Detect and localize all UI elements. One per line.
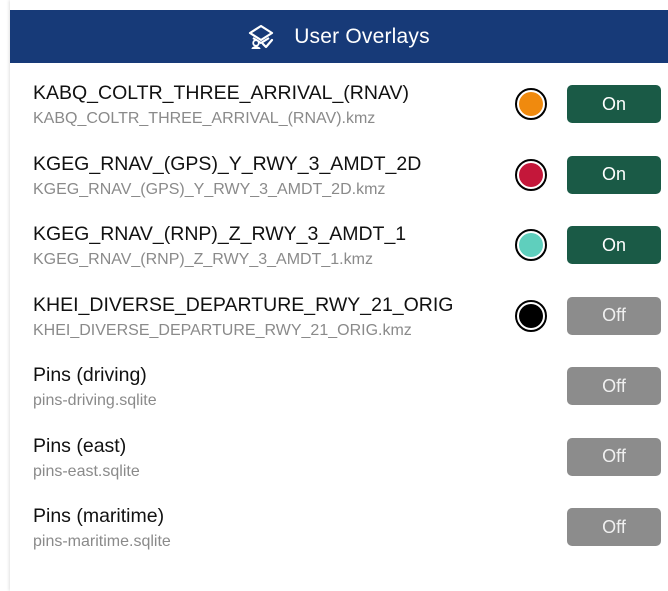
overlay-filename: pins-east.sqlite	[33, 462, 140, 480]
overlay-toggle-button[interactable]: On	[567, 226, 661, 264]
header-bar: User Overlays	[10, 10, 668, 63]
overlay-name: Pins (east)	[33, 434, 127, 457]
overlay-row[interactable]: KGEG_RNAV_(GPS)_Y_RWY_3_AMDT_2D KGEG_RNAV…	[10, 141, 668, 212]
overlay-name: KGEG_RNAV_(RNP)_Z_RWY_3_AMDT_1	[33, 223, 407, 245]
overlay-color-swatch[interactable]	[515, 229, 547, 261]
header-title: User Overlays	[294, 24, 430, 48]
overlay-name: Pins (maritime)	[33, 505, 165, 527]
overlay-color-swatch[interactable]	[515, 88, 547, 120]
user-layers-icon	[248, 24, 274, 50]
overlay-filename: KGEG_RNAV_(GPS)_Y_RWY_3_AMDT_2D.kmz	[33, 180, 386, 198]
overlay-row[interactable]: Pins (driving) pins-driving.sqlite Off	[10, 352, 668, 423]
overlay-toggle-button[interactable]: Off	[567, 296, 661, 335]
overlay-filename: pins-maritime.sqlite	[33, 533, 171, 550]
overlay-list: KABQ_COLTR_THREE_ARRIVAL_(RNAV) KABQ_COLT…	[10, 70, 668, 564]
overlay-toggle-button[interactable]: Off	[567, 437, 661, 476]
overlay-row[interactable]: Pins (east) pins-east.sqlite Off	[10, 423, 668, 494]
overlay-row[interactable]: KGEG_RNAV_(RNP)_Z_RWY_3_AMDT_1 KGEG_RNAV_…	[10, 211, 668, 282]
overlay-filename: KHEI_DIVERSE_DEPARTURE_RWY_21_ORIG.kmz	[33, 321, 412, 339]
overlay-filename: KABQ_COLTR_THREE_ARRIVAL_(RNAV).kmz	[33, 110, 376, 127]
overlay-name: KGEG_RNAV_(GPS)_Y_RWY_3_AMDT_2D	[33, 152, 422, 175]
overlay-row[interactable]: KHEI_DIVERSE_DEPARTURE_RWY_21_ORIG KHEI_D…	[10, 282, 668, 353]
overlay-name: KHEI_DIVERSE_DEPARTURE_RWY_21_ORIG	[33, 293, 454, 316]
overlay-row[interactable]: KABQ_COLTR_THREE_ARRIVAL_(RNAV) KABQ_COLT…	[10, 70, 668, 141]
overlay-filename: pins-driving.sqlite	[33, 392, 157, 409]
overlay-color-swatch[interactable]	[515, 158, 547, 191]
overlay-filename: KGEG_RNAV_(RNP)_Z_RWY_3_AMDT_1.kmz	[33, 251, 373, 268]
overlay-toggle-button[interactable]: Off	[567, 367, 661, 405]
overlay-toggle-button[interactable]: On	[567, 85, 661, 123]
overlay-toggle-button[interactable]: Off	[567, 508, 661, 546]
overlay-color-swatch[interactable]	[515, 299, 547, 332]
overlay-toggle-button[interactable]: On	[567, 155, 661, 194]
overlay-row[interactable]: Pins (maritime) pins-maritime.sqlite Off	[10, 493, 668, 564]
overlay-name: Pins (driving)	[33, 364, 147, 386]
overlay-name: KABQ_COLTR_THREE_ARRIVAL_(RNAV)	[33, 82, 410, 104]
